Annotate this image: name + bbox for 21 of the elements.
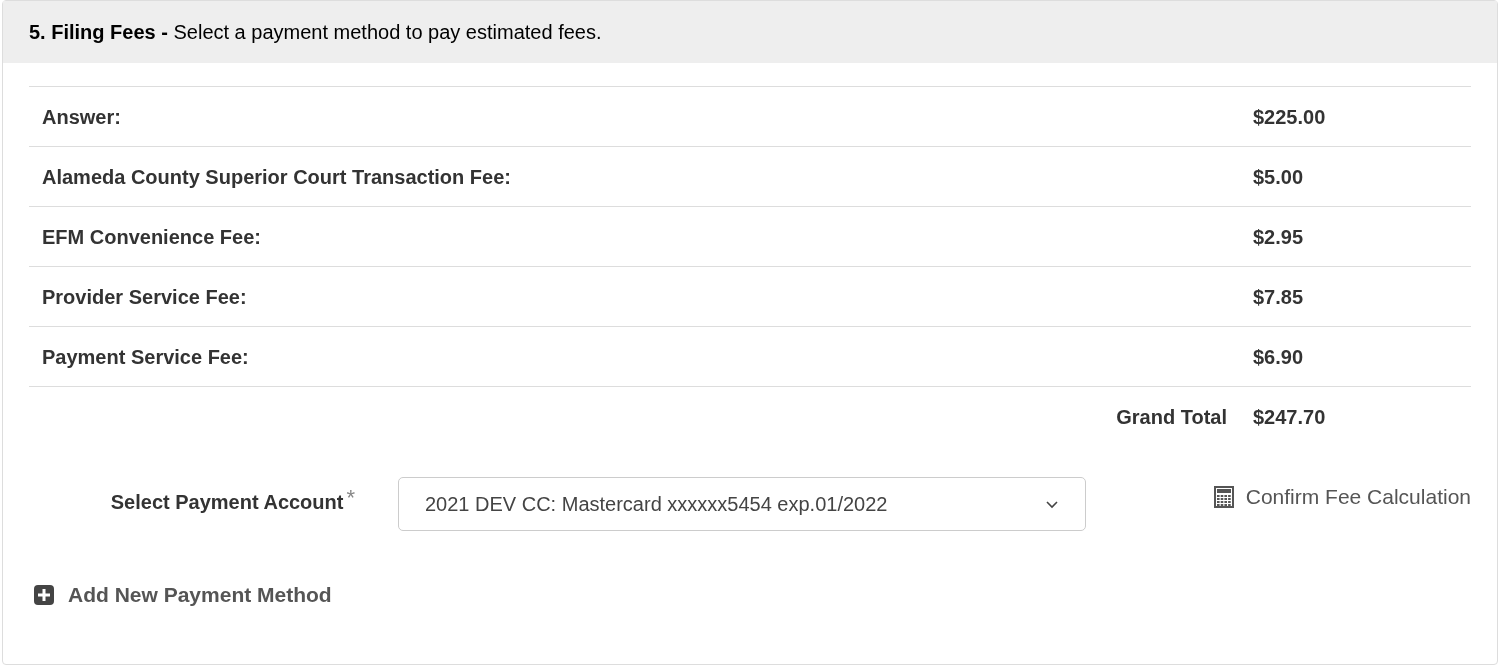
payment-account-label: Select Payment Account [110, 490, 344, 515]
fee-amount: $7.85 [1253, 284, 1305, 310]
fee-label: Alameda County Superior Court Transaction Fee: [41, 164, 512, 190]
required-mark: * [346, 487, 355, 512]
fee-label: Payment Service Fee: [41, 344, 250, 370]
confirm-fee-calculation-link[interactable]: Confirm Fee Calculation [1245, 481, 1471, 513]
panel-heading: 5. Filing Fees - Select a payment method to pay estimated fees. [29, 20, 602, 45]
grand-total-label: Grand Total [1116, 405, 1228, 430]
fee-label: Provider Service Fee: [41, 284, 248, 310]
calculator-icon [1213, 485, 1234, 508]
grand-total-amount: $247.70 [1253, 405, 1327, 430]
plus-square-icon [34, 584, 54, 605]
fee-amount: $2.95 [1253, 224, 1305, 250]
chevron-down-icon [1045, 499, 1059, 509]
fee-label: EFM Convenience Fee: [41, 224, 262, 250]
payment-account-select[interactable]: 2021 DEV CC: Mastercard xxxxxx5454 exp.01/2022 [398, 477, 1086, 531]
fee-amount: $5.00 [1253, 164, 1305, 190]
fee-label: Answer: [41, 104, 122, 130]
fee-amount: $225.00 [1253, 104, 1327, 130]
add-payment-method-link[interactable]: Add New Payment Method [68, 579, 332, 611]
fee-amount: $6.90 [1253, 344, 1305, 370]
